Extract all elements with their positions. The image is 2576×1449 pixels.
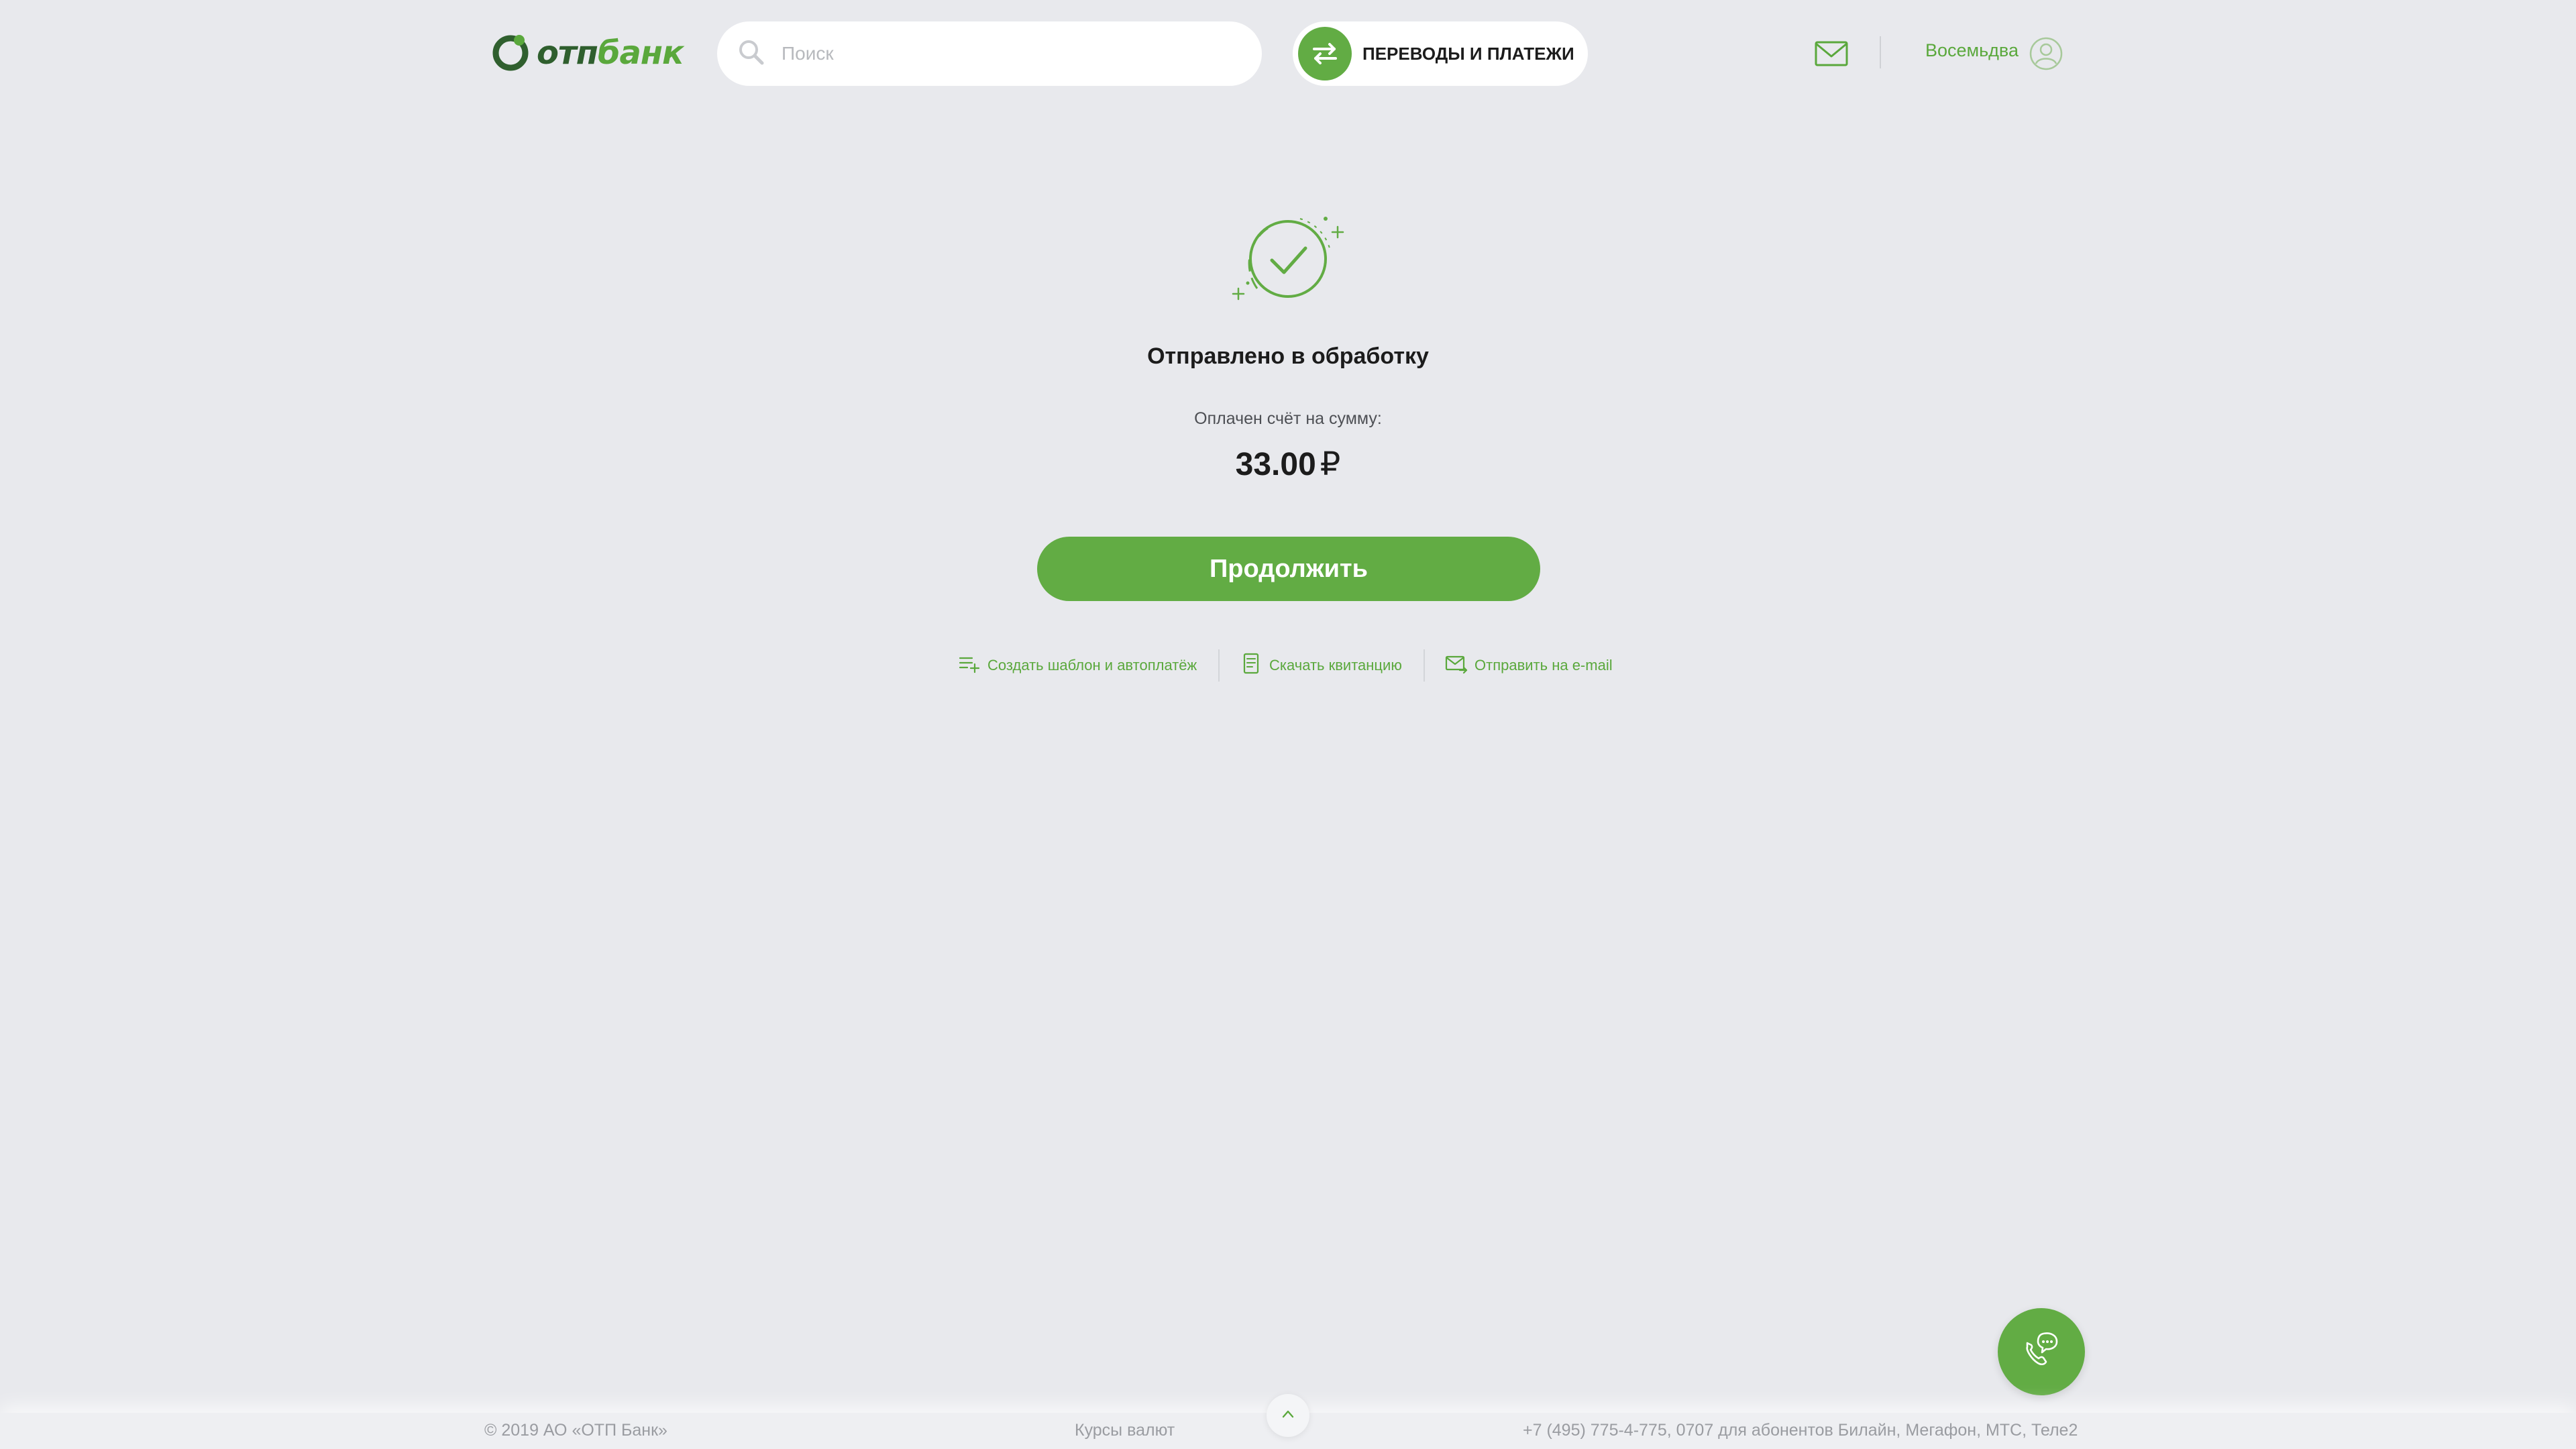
- actions-divider: [1218, 649, 1220, 682]
- status-subtitle: Оплачен счёт на сумму:: [1194, 409, 1382, 428]
- receipt-icon: [1240, 652, 1269, 679]
- search-input[interactable]: [780, 42, 1183, 65]
- search-icon: [737, 38, 765, 70]
- scroll-top-button[interactable]: [1267, 1394, 1309, 1437]
- currency-rates-link[interactable]: Курсы валют: [1075, 1421, 1175, 1440]
- footer-copyright: © 2019 АО «ОТП Банк»: [484, 1421, 667, 1440]
- template-list-icon: [958, 652, 987, 679]
- status-title: Отправлено в обработку: [1147, 343, 1429, 369]
- transfers-payments-button[interactable]: ПЕРЕВОДЫ И ПЛАТЕЖИ: [1293, 21, 1588, 86]
- logo-text-bank: банк: [597, 34, 684, 72]
- mail-icon[interactable]: [1814, 40, 1849, 67]
- payment-amount: 33.00 ₽: [0, 445, 2576, 483]
- phone-chat-icon: [2018, 1327, 2065, 1377]
- send-email-icon: [1445, 652, 1474, 679]
- continue-button[interactable]: Продолжить: [1037, 537, 1540, 601]
- download-receipt-link[interactable]: Скачать квитанцию: [1240, 649, 1402, 682]
- success-check-icon: [1230, 213, 1346, 303]
- user-name[interactable]: Восемьдва: [1925, 40, 2019, 61]
- send-email-label: Отправить на e-mail: [1474, 657, 1613, 674]
- phone-chat-button[interactable]: [1998, 1308, 2085, 1395]
- header-divider: [1880, 36, 1881, 68]
- user-avatar-icon[interactable]: [2029, 36, 2063, 71]
- actions-divider: [1424, 649, 1425, 682]
- amount-value: 33.00: [1235, 447, 1316, 482]
- transfers-payments-label: ПЕРЕВОДЫ И ПЛАТЕЖИ: [1362, 43, 1574, 64]
- transfer-arrows-icon: [1298, 27, 1352, 80]
- currency-symbol: ₽: [1320, 447, 1341, 482]
- logo-text: отпбанк: [537, 34, 684, 72]
- create-template-link[interactable]: Создать шаблон и автоплатёж: [958, 649, 1197, 682]
- otp-logo[interactable]: отпбанк: [490, 32, 684, 74]
- otp-logo-icon: [490, 31, 531, 76]
- logo-text-otp: отп: [537, 34, 598, 72]
- chevron-up-icon: [1278, 1404, 1298, 1428]
- search-bar[interactable]: [717, 21, 1262, 86]
- download-receipt-label: Скачать квитанцию: [1269, 657, 1402, 674]
- send-email-link[interactable]: Отправить на e-mail: [1445, 649, 1613, 682]
- footer-phone: +7 (495) 775-4-775, 0707 для абонентов Б…: [1523, 1421, 2078, 1440]
- post-payment-actions: Создать шаблон и автоплатёж Скачать квит…: [0, 649, 2576, 682]
- create-template-label: Создать шаблон и автоплатёж: [987, 657, 1197, 674]
